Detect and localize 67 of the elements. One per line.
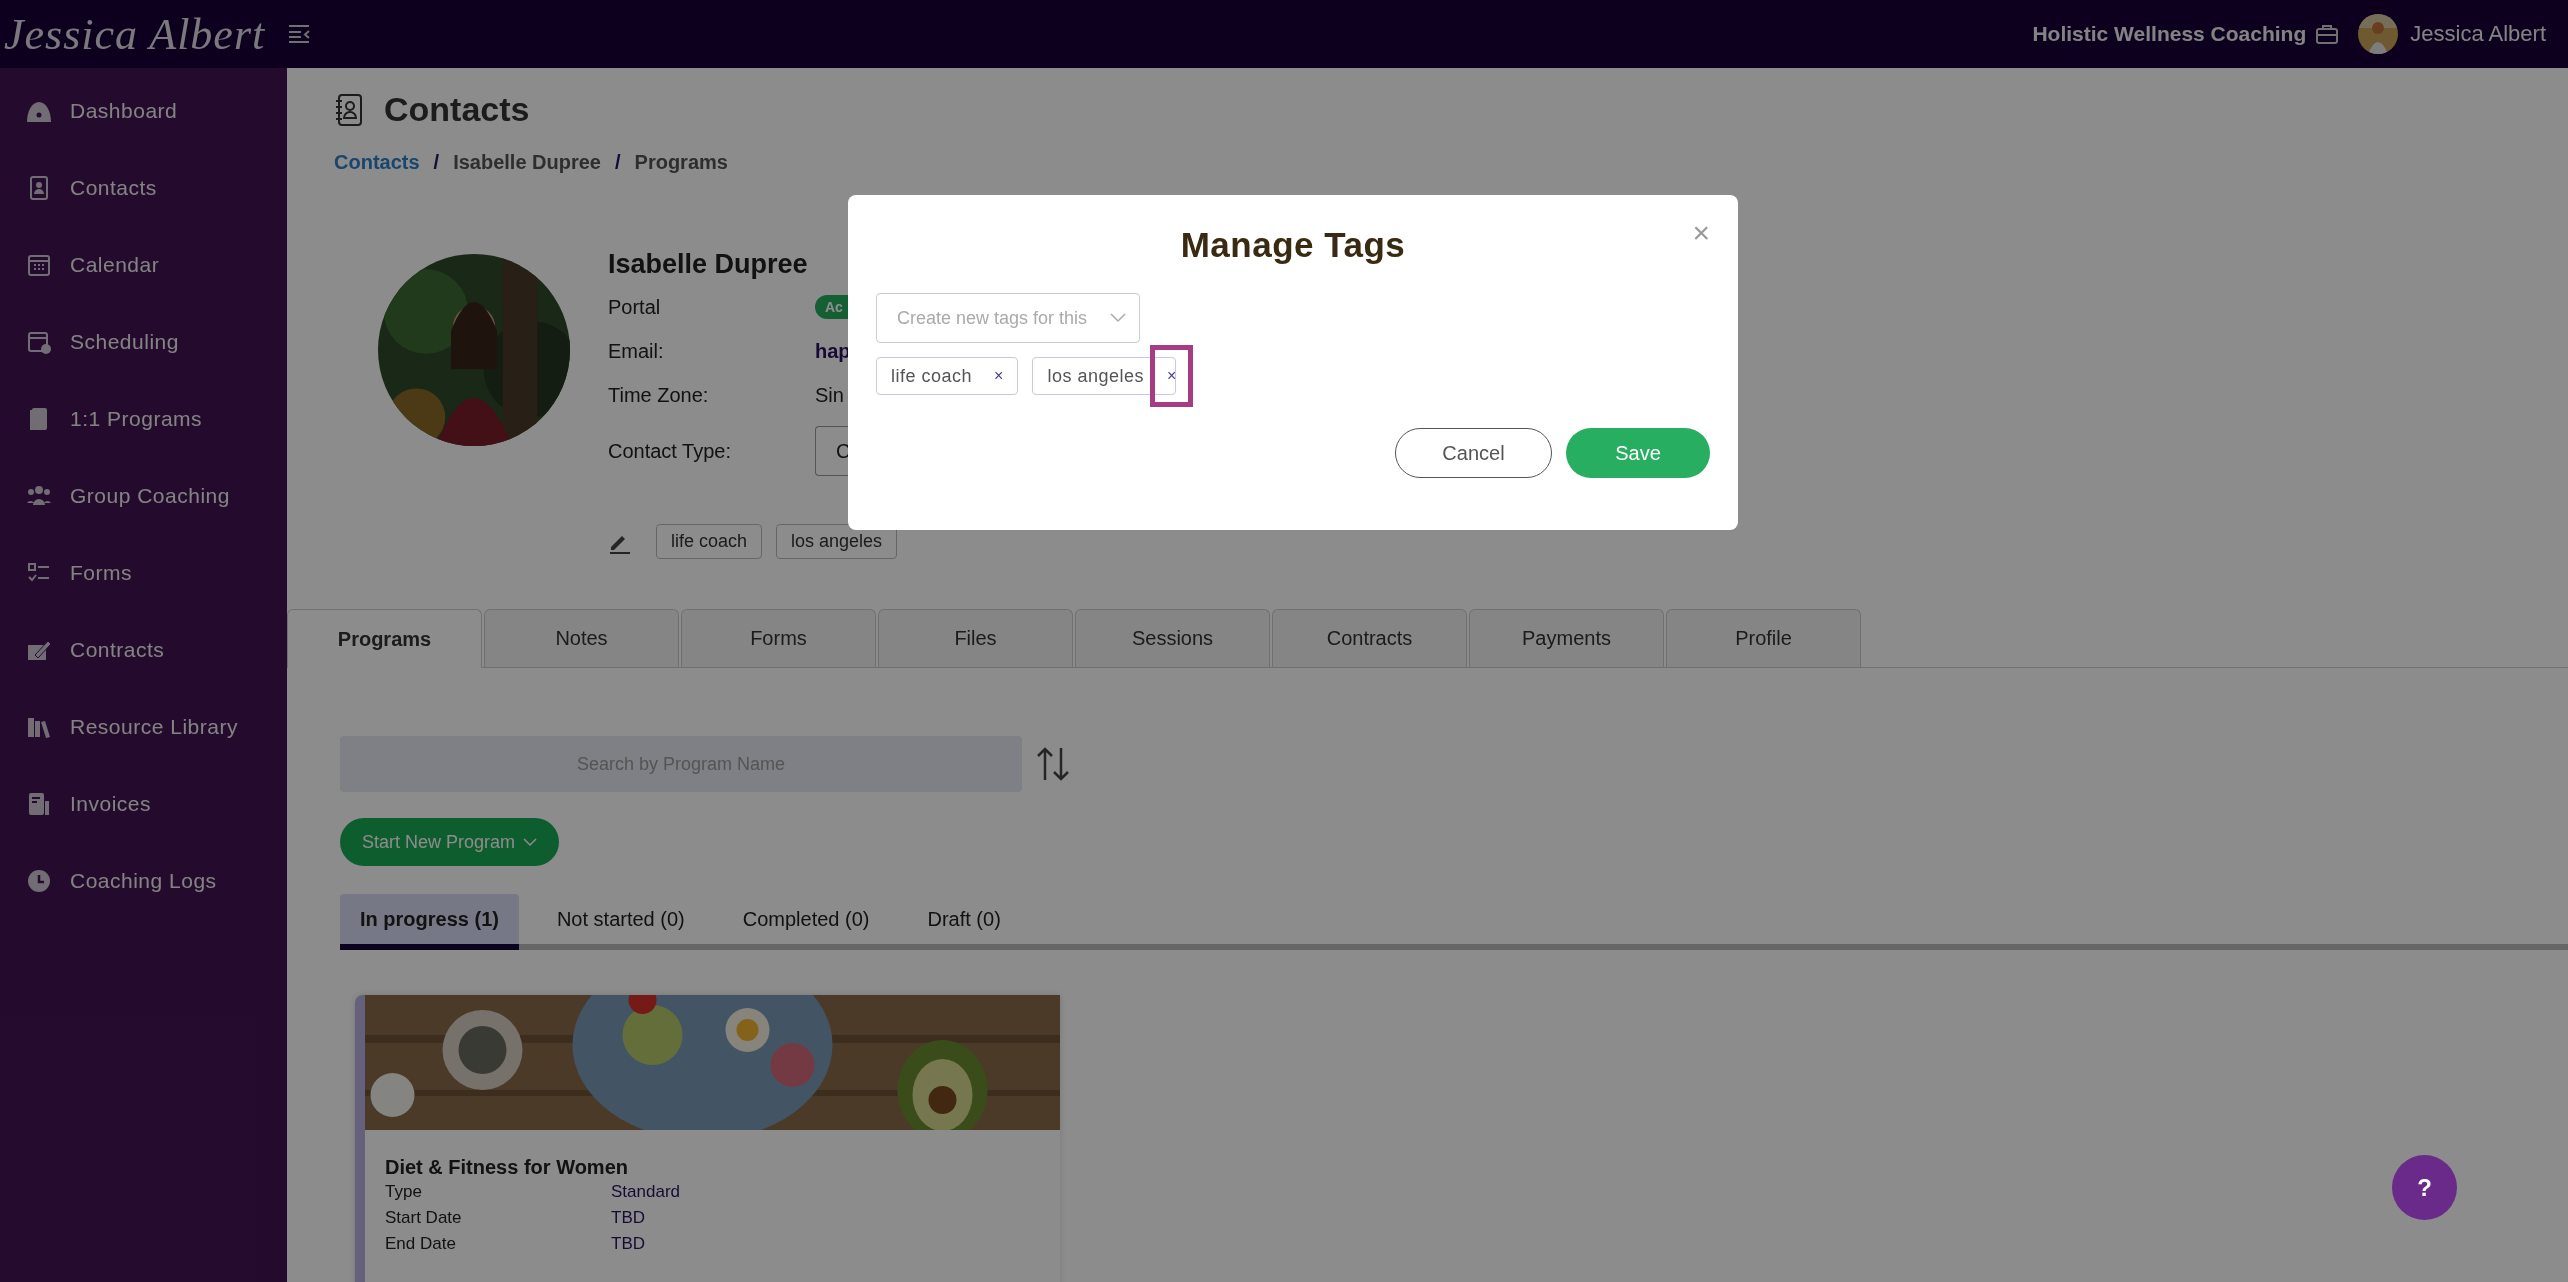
contact-book-icon [334, 92, 364, 127]
cancel-button[interactable]: Cancel [1395, 428, 1552, 478]
sidebar-item[interactable]: Calendar [0, 226, 287, 303]
detail-value: Standard [611, 1181, 680, 1203]
contact-name: Isabelle Dupree [608, 249, 809, 280]
status-tab[interactable]: Completed (0) [722, 894, 890, 950]
remove-tag-button[interactable]: × [972, 358, 1018, 394]
tab[interactable]: Sessions [1075, 609, 1270, 667]
dialog-title: Manage Tags [1180, 225, 1406, 265]
status-badge: Ac [815, 295, 849, 319]
sidebar-item[interactable]: Group Coaching [0, 457, 287, 534]
sort-icon[interactable] [1036, 746, 1070, 782]
tag-chip: life coach × [876, 357, 1019, 395]
briefcase-icon[interactable] [2316, 24, 2339, 44]
detail-value: TBD [611, 1207, 645, 1229]
email-link[interactable]: hap [815, 339, 851, 363]
sidebar-item[interactable]: Scheduling [0, 303, 287, 380]
field-label: Portal [608, 295, 662, 319]
nav-icon [26, 790, 52, 817]
tab[interactable]: Profile [1666, 609, 1861, 667]
tab[interactable]: Payments [1469, 609, 1664, 667]
field-label: Contact Type: [608, 439, 733, 463]
sidebar-item[interactable]: Contracts [0, 611, 287, 688]
sidebar-item[interactable]: Dashboard [0, 72, 287, 149]
tag-input-field[interactable]: Create new tags for this [876, 293, 1140, 343]
detail-label: End Date [385, 1233, 457, 1255]
logo: Jessica Albert [3, 8, 267, 61]
breadcrumb-separator: / [615, 151, 621, 174]
user-name[interactable]: Jessica Albert [2410, 21, 2546, 47]
menu-icon[interactable] [287, 23, 312, 45]
status-tab[interactable]: In progress (1) [340, 894, 519, 950]
nav-icon [26, 867, 52, 894]
status-tab[interactable]: Draft (0) [907, 894, 1021, 950]
sidebar-item[interactable]: Resource Library [0, 688, 287, 765]
program-card[interactable]: Diet & Fitness for Women Type Standard Start Date TBD End Date TBD [355, 995, 1060, 1282]
close-button[interactable]: × [1686, 215, 1716, 251]
tab[interactable]: Forms [681, 609, 876, 667]
sidebar-item[interactable]: 1:1 Programs [0, 380, 287, 457]
field-label: Email: [608, 339, 665, 363]
caret-icon [1110, 313, 1126, 323]
breadcrumb-item[interactable]: Contacts [334, 151, 420, 174]
field-label: Time Zone: [608, 383, 710, 407]
sidebar-item[interactable]: Invoices [0, 765, 287, 842]
remove-tag-button[interactable]: × [1149, 345, 1194, 407]
page-title: Contacts [384, 90, 530, 129]
sidebar-item[interactable]: Coaching Logs [0, 842, 287, 919]
tab[interactable]: Notes [484, 609, 679, 667]
field-value: Sin [815, 383, 844, 407]
sidebar-item[interactable]: Contacts [0, 149, 287, 226]
detail-value: TBD [611, 1233, 645, 1255]
caret-icon [523, 837, 538, 847]
tag-chip: life coach [656, 524, 763, 559]
detail-label: Type [385, 1181, 423, 1203]
sidebar-item[interactable]: Forms [0, 534, 287, 611]
program-title: Diet & Fitness for Women [385, 1156, 629, 1179]
tab[interactable]: Programs [287, 609, 482, 668]
tab[interactable]: Files [878, 609, 1073, 667]
detail-label: Start Date [385, 1207, 463, 1229]
save-button[interactable]: Save [1566, 428, 1710, 478]
tab[interactable]: Contracts [1272, 609, 1467, 667]
breadcrumb-item: Isabelle Dupree [453, 151, 601, 174]
breadcrumb-separator: / [433, 151, 440, 174]
help-button[interactable]: ? [2392, 1155, 2457, 1220]
breadcrumb-item: Programs [634, 151, 728, 174]
start-program-button[interactable]: Start New Program [340, 818, 560, 866]
status-tab[interactable]: Not started (0) [536, 894, 705, 950]
business-name[interactable]: Holistic Wellness Coaching [2032, 22, 2307, 46]
